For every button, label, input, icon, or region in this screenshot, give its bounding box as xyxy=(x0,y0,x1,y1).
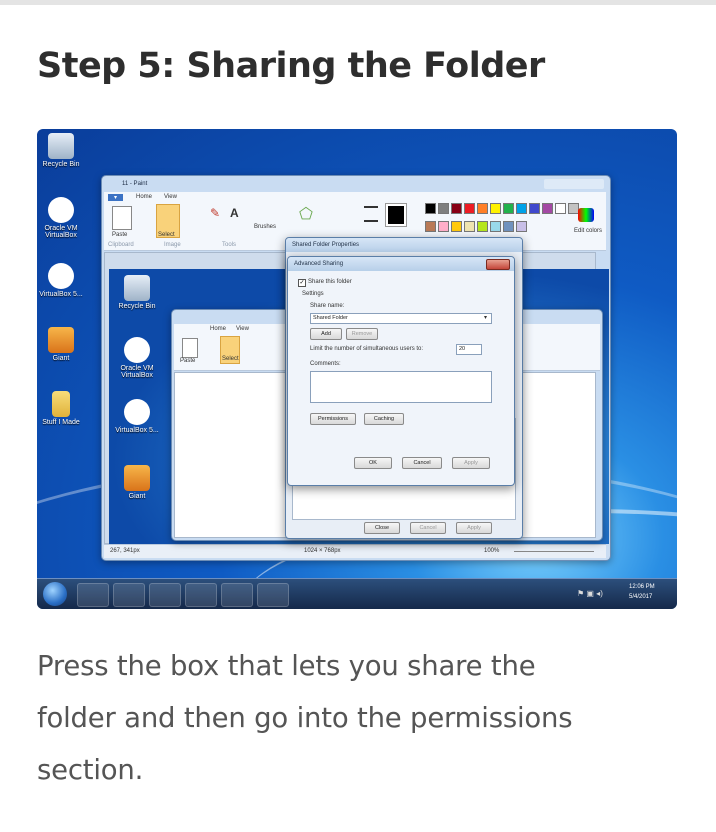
palette-swatch[interactable] xyxy=(451,221,462,232)
pencil-icon[interactable]: ✎ xyxy=(210,206,220,220)
paint-window-title: 11 - Paint xyxy=(122,181,148,187)
add-button[interactable]: Add xyxy=(310,328,342,340)
tutorial-screenshot: Recycle Bin Oracle VM VirtualBox Virtual… xyxy=(37,129,677,609)
paint-statusbar: 267, 341px 1024 × 768px 100% xyxy=(104,544,606,558)
shapes-icon[interactable]: ⬠ xyxy=(299,204,313,224)
palette-swatch[interactable] xyxy=(464,203,475,214)
desktop-icon-giant[interactable]: Giant xyxy=(37,327,85,362)
palette-swatch[interactable] xyxy=(555,203,566,214)
palette-swatch[interactable] xyxy=(477,221,488,232)
properties-apply-button[interactable]: Apply xyxy=(456,522,492,534)
package-icon xyxy=(48,327,74,353)
palette-swatch[interactable] xyxy=(464,221,475,232)
edit-colors-icon[interactable] xyxy=(578,208,594,222)
step-description-line: folder and then go into the permissions xyxy=(37,702,573,734)
properties-cancel-button[interactable]: Cancel xyxy=(410,522,446,534)
text-icon[interactable]: A xyxy=(230,206,239,220)
taskbar-app-icon[interactable] xyxy=(257,583,289,607)
close-button[interactable]: Close xyxy=(364,522,400,534)
desktop-icon-recycle-bin[interactable]: Recycle Bin xyxy=(37,133,85,168)
color-palette[interactable] xyxy=(424,202,584,238)
palette-swatch[interactable] xyxy=(503,221,514,232)
palette-swatch[interactable] xyxy=(438,221,449,232)
limit-users-stepper[interactable]: 20 xyxy=(456,344,482,355)
palette-swatch[interactable] xyxy=(542,203,553,214)
top-divider xyxy=(0,0,716,5)
share-name-select[interactable]: Shared Folder xyxy=(310,313,492,324)
cursor-position: 267, 341px xyxy=(110,548,140,554)
step-description-line: Press the box that lets you share the xyxy=(37,650,536,682)
remove-button[interactable]: Remove xyxy=(346,328,378,340)
palette-swatch[interactable] xyxy=(490,203,501,214)
desktop-icon-virtualbox-5[interactable]: VirtualBox 5... xyxy=(37,263,85,298)
palette-swatch[interactable] xyxy=(503,203,514,214)
cancel-button[interactable]: Cancel xyxy=(402,457,442,469)
vm-icon-giant[interactable]: Giant xyxy=(113,465,161,500)
zoom-slider[interactable] xyxy=(514,551,594,552)
palette-swatch[interactable] xyxy=(529,203,540,214)
recycle-bin-icon xyxy=(124,275,150,301)
share-folder-checkbox[interactable]: ✓ xyxy=(298,279,306,287)
vm-icon-virtualbox-5[interactable]: VirtualBox 5... xyxy=(113,399,161,434)
size-icon[interactable] xyxy=(364,206,378,222)
taskbar: ⚑ ▣ ◂) 12:06 PM 5/4/2017 xyxy=(37,578,677,609)
taskbar-explorer-icon[interactable] xyxy=(113,583,145,607)
palette-swatch[interactable] xyxy=(516,221,527,232)
share-folder-label: Share this folder xyxy=(308,279,352,285)
virtualbox-icon xyxy=(124,399,150,425)
package-icon xyxy=(124,465,150,491)
tab-view[interactable]: View xyxy=(164,194,177,200)
palette-swatch[interactable] xyxy=(490,221,501,232)
clock-time[interactable]: 12:06 PM xyxy=(629,584,655,590)
comments-label: Comments: xyxy=(310,361,341,367)
palette-swatch[interactable] xyxy=(425,203,436,214)
start-button-icon[interactable] xyxy=(43,582,67,606)
palette-swatch[interactable] xyxy=(451,203,462,214)
step-title: Step 5: Sharing the Folder xyxy=(37,46,545,86)
image-size: 1024 × 768px xyxy=(304,548,341,554)
vm-icon-virtualbox[interactable]: Oracle VM VirtualBox xyxy=(113,337,161,379)
tab-home[interactable]: Home xyxy=(136,194,152,200)
clock-date[interactable]: 5/4/2017 xyxy=(629,594,652,600)
step-description: Press the box that lets you share the fo… xyxy=(37,640,687,796)
taskbar-cmd-icon[interactable] xyxy=(185,583,217,607)
palette-swatch[interactable] xyxy=(516,203,527,214)
virtualbox-icon xyxy=(124,337,150,363)
comments-textarea[interactable] xyxy=(310,371,492,403)
limit-users-label: Limit the number of simultaneous users t… xyxy=(310,346,424,352)
desktop-icon-virtualbox[interactable]: Oracle VM VirtualBox xyxy=(37,197,85,239)
settings-label: Settings xyxy=(302,291,324,297)
palette-swatch[interactable] xyxy=(425,221,436,232)
virtualbox-icon xyxy=(48,263,74,289)
ok-button[interactable]: OK xyxy=(354,457,392,469)
recycle-bin-icon xyxy=(48,133,74,159)
apply-button[interactable]: Apply xyxy=(452,457,490,469)
palette-swatch[interactable] xyxy=(438,203,449,214)
palette-swatch[interactable] xyxy=(477,203,488,214)
paste-icon[interactable] xyxy=(182,338,198,358)
paste-icon[interactable] xyxy=(112,206,132,230)
taskbar-ie-icon[interactable] xyxy=(77,583,109,607)
folder-icon xyxy=(52,391,70,417)
virtualbox-icon xyxy=(48,197,74,223)
permissions-button[interactable]: Permissions xyxy=(310,413,356,425)
properties-dialog-title: Shared Folder Properties xyxy=(286,238,522,252)
window-controls[interactable] xyxy=(544,179,604,189)
desktop-icon-stuff[interactable]: Stuff I Made xyxy=(37,391,85,426)
share-name-label: Share name: xyxy=(310,303,345,309)
step-description-line: section. xyxy=(37,754,144,786)
caching-button[interactable]: Caching xyxy=(364,413,404,425)
chevron-down-icon[interactable]: ▾ xyxy=(484,314,487,321)
vm-icon-recycle-bin[interactable]: Recycle Bin xyxy=(113,275,161,310)
advanced-sharing-dialog[interactable]: Advanced Sharing ✓ Share this folder Set… xyxy=(287,256,515,486)
file-tab[interactable]: ▾ xyxy=(108,194,124,201)
advanced-sharing-title: Advanced Sharing xyxy=(288,257,514,271)
tray-icons[interactable]: ⚑ ▣ ◂) xyxy=(577,589,603,598)
close-icon[interactable] xyxy=(486,259,510,270)
zoom-level: 100% xyxy=(484,548,500,554)
taskbar-paint-icon[interactable] xyxy=(221,583,253,607)
taskbar-media-icon[interactable] xyxy=(149,583,181,607)
color1-swatch[interactable] xyxy=(385,203,407,227)
